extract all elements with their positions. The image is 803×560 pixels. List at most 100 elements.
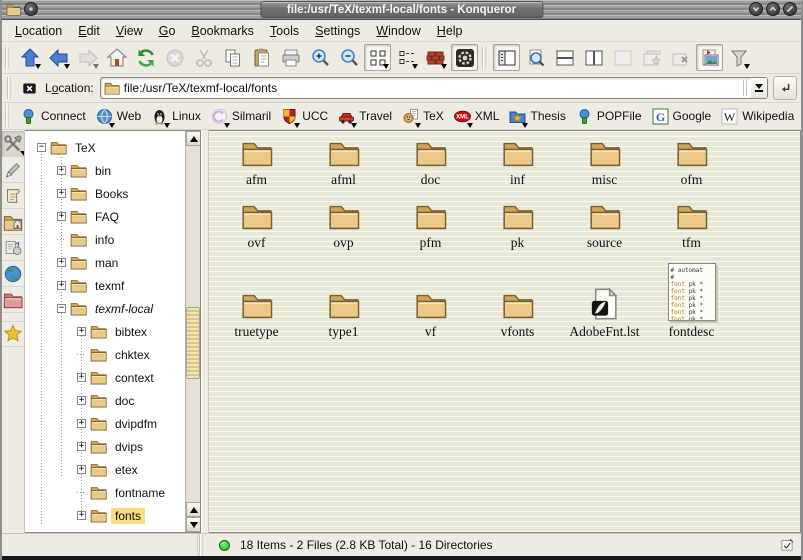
tree-item-texmf[interactable]: +texmf xyxy=(25,274,185,297)
menu-item-view[interactable]: View xyxy=(109,22,150,40)
bookmark-thesis[interactable]: Thesis xyxy=(504,106,570,127)
folder-item-pfm[interactable]: pfm xyxy=(387,200,474,251)
folder-item-tfm[interactable]: tfm xyxy=(648,200,735,251)
titlebar[interactable]: file:/usr/TeX/texmf-local/fonts - Konque… xyxy=(2,0,801,20)
tree-item-chktex[interactable]: chktex xyxy=(25,343,185,366)
tree-item-bin[interactable]: +bin xyxy=(25,159,185,182)
bookmarks-button[interactable] xyxy=(2,321,24,347)
expander-plus-icon[interactable]: + xyxy=(57,281,66,290)
folder-item-vf[interactable]: vf xyxy=(387,263,474,340)
tree-item-info[interactable]: info xyxy=(25,228,185,251)
up-button[interactable] xyxy=(16,44,43,71)
menu-item-settings[interactable]: Settings xyxy=(308,22,367,40)
tree-item-man[interactable]: +man xyxy=(25,251,185,274)
expander-minus-icon[interactable]: − xyxy=(37,143,46,152)
bookmark-overflow-button[interactable]: » xyxy=(799,109,803,124)
zoom-out-button[interactable] xyxy=(335,44,362,71)
zoom-in-button[interactable] xyxy=(306,44,333,71)
expander-plus-icon[interactable]: + xyxy=(77,442,86,451)
configure-panel-button[interactable] xyxy=(2,131,24,157)
scroll-up-button[interactable] xyxy=(186,131,201,146)
bookmark-silmaril[interactable]: Silmaril xyxy=(206,106,276,127)
gear-button[interactable] xyxy=(451,44,478,71)
menu-item-window[interactable]: Window xyxy=(369,22,427,40)
sticky-button[interactable] xyxy=(24,2,38,16)
file-item-adobefnt.lst[interactable]: AdobeFnt.lst xyxy=(561,263,648,340)
tree-scrollbar[interactable] xyxy=(185,131,200,532)
folder-item-misc[interactable]: misc xyxy=(561,137,648,188)
tree-item-doc[interactable]: +doc xyxy=(25,389,185,412)
back-button[interactable] xyxy=(45,44,72,71)
scrollbar-thumb[interactable] xyxy=(186,307,200,379)
bookmark-linux[interactable]: Linux xyxy=(146,106,206,127)
bricks-button[interactable] xyxy=(422,44,449,71)
preview-button[interactable] xyxy=(696,44,723,71)
tree-item-TeX[interactable]: −TeX xyxy=(25,136,185,159)
tree-item-fonts[interactable]: +fonts xyxy=(25,504,185,527)
expander-minus-icon[interactable]: − xyxy=(57,304,66,313)
home-folder-button[interactable] xyxy=(2,209,24,235)
status-check-icon[interactable] xyxy=(779,537,795,553)
menu-item-help[interactable]: Help xyxy=(430,22,470,40)
paste-button[interactable] xyxy=(248,44,275,71)
tree-item-context[interactable]: +context xyxy=(25,366,185,389)
network-button[interactable] xyxy=(2,261,24,287)
bookmark-ucc[interactable]: UCC xyxy=(276,106,333,127)
sidebar-toggle-button[interactable] xyxy=(493,44,520,71)
menu-item-tools[interactable]: Tools xyxy=(263,22,306,40)
location-input[interactable]: file:/usr/TeX/texmf-local/fonts xyxy=(120,81,743,95)
expander-plus-icon[interactable]: + xyxy=(77,373,86,382)
find-button[interactable] xyxy=(522,44,549,71)
statusbar-grip[interactable] xyxy=(199,534,206,556)
minimize-button[interactable] xyxy=(749,2,763,16)
tree-item-fontname[interactable]: fontname xyxy=(25,481,185,504)
tree-item-FAQ[interactable]: +FAQ xyxy=(25,205,185,228)
folder-item-doc[interactable]: doc xyxy=(387,137,474,188)
toolbar-grip[interactable] xyxy=(7,77,14,99)
folder-item-afm[interactable]: afm xyxy=(213,137,300,188)
scroll-up-button[interactable] xyxy=(186,502,201,517)
toolbar-grip[interactable] xyxy=(5,47,12,69)
bookmark-travel[interactable]: Travel xyxy=(333,106,397,127)
location-dropdown-button[interactable] xyxy=(751,78,767,98)
bookmark-xml[interactable]: XMLXML xyxy=(449,106,505,127)
services-button[interactable] xyxy=(2,235,24,261)
menu-item-go[interactable]: Go xyxy=(152,22,183,40)
close-button[interactable] xyxy=(783,2,797,16)
folder-item-ovf[interactable]: ovf xyxy=(213,200,300,251)
expander-plus-icon[interactable]: + xyxy=(77,396,86,405)
copy-button[interactable] xyxy=(219,44,246,71)
folder-item-ofm[interactable]: ofm xyxy=(648,137,735,188)
filter-button[interactable] xyxy=(725,44,752,71)
tree-item-dvipdfm[interactable]: +dvipdfm xyxy=(25,412,185,435)
expander-plus-icon[interactable]: + xyxy=(77,465,86,474)
bookmark-popfile[interactable]: POPFile xyxy=(571,106,647,127)
root-folder-button[interactable] xyxy=(2,287,24,313)
folder-item-source[interactable]: source xyxy=(561,200,648,251)
folder-item-inf[interactable]: inf xyxy=(474,137,561,188)
folder-item-pk[interactable]: pk xyxy=(474,200,561,251)
go-button[interactable] xyxy=(773,76,797,100)
expander-plus-icon[interactable]: + xyxy=(57,212,66,221)
icon-view-button[interactable] xyxy=(364,44,391,71)
menu-item-bookmarks[interactable]: Bookmarks xyxy=(184,22,261,40)
list-view-button[interactable] xyxy=(393,44,420,71)
expander-plus-icon[interactable]: + xyxy=(77,511,86,520)
reload-button[interactable] xyxy=(132,44,159,71)
tree-item-Books[interactable]: +Books xyxy=(25,182,185,205)
folder-item-afml[interactable]: afml xyxy=(300,137,387,188)
history-button[interactable] xyxy=(2,183,24,209)
folder-item-vfonts[interactable]: vfonts xyxy=(474,263,561,340)
location-combobox[interactable]: file:/usr/TeX/texmf-local/fonts xyxy=(100,77,768,99)
bookmark-tex[interactable]: TeX xyxy=(397,106,449,127)
expander-plus-icon[interactable]: + xyxy=(57,189,66,198)
split-horizontal-button[interactable] xyxy=(551,44,578,71)
annotate-button[interactable] xyxy=(2,157,24,183)
folder-item-truetype[interactable]: truetype xyxy=(213,263,300,340)
print-button[interactable] xyxy=(277,44,304,71)
tree-item-dvips[interactable]: +dvips xyxy=(25,435,185,458)
toolbar-grip[interactable] xyxy=(5,105,12,127)
menu-item-edit[interactable]: Edit xyxy=(71,22,107,40)
bookmark-google[interactable]: GGoogle xyxy=(647,106,717,127)
scroll-down-button[interactable] xyxy=(186,517,201,532)
